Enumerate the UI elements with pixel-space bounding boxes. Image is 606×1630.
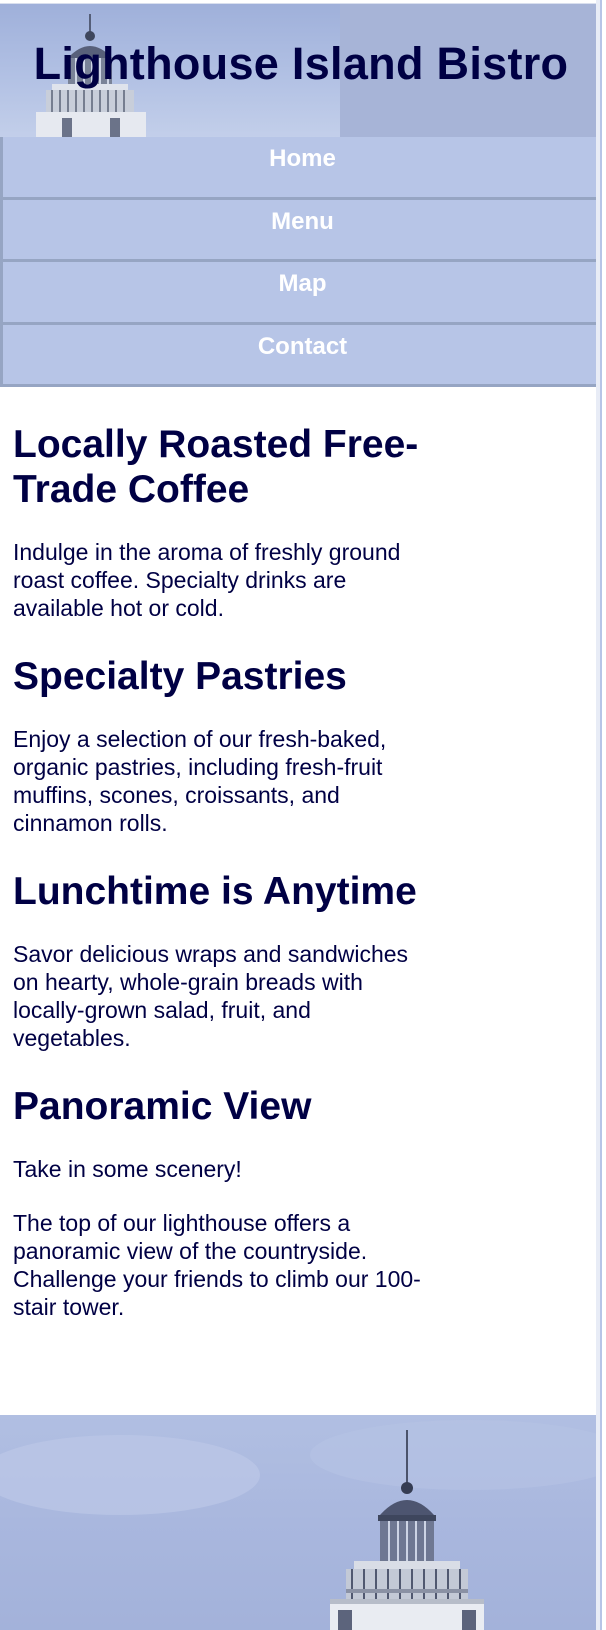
section-lunch: Lunchtime is Anytime Savor delicious wra… bbox=[13, 869, 589, 1052]
section-paragraph: The top of our lighthouse offers a panor… bbox=[13, 1210, 421, 1320]
page: Lighthouse Island Bistro Home Menu Map C… bbox=[0, 0, 602, 1630]
section-view: Panoramic View Take in some scenery! The… bbox=[13, 1084, 589, 1321]
section-paragraph: Take in some scenery! bbox=[13, 1156, 242, 1182]
page-edge bbox=[596, 0, 600, 1630]
site-title: Lighthouse Island Bistro bbox=[33, 38, 569, 89]
nav-map-link[interactable]: Map bbox=[3, 262, 600, 325]
section-pastries: Specialty Pastries Enjoy a selection of … bbox=[13, 654, 589, 837]
section-paragraph: Enjoy a selection of our fresh-baked, or… bbox=[13, 726, 387, 836]
section-heading: Locally Roasted Free-Trade Coffee bbox=[13, 423, 419, 511]
section-paragraph: Savor delicious wraps and sandwiches on … bbox=[13, 941, 409, 1051]
section-coffee: Locally Roasted Free-Trade Coffee Indulg… bbox=[13, 422, 589, 622]
lighthouse-photo bbox=[0, 1420, 600, 1630]
nav-home-link[interactable]: Home bbox=[3, 137, 600, 200]
nav-contact-link[interactable]: Contact bbox=[3, 325, 600, 387]
nav-menu-link[interactable]: Menu bbox=[3, 200, 600, 262]
main-nav: Home Menu Map Contact bbox=[0, 137, 600, 387]
footer-lighthouse-image bbox=[0, 1415, 600, 1630]
main-content: Locally Roasted Free-Trade Coffee Indulg… bbox=[0, 387, 600, 1415]
section-heading: Lunchtime is Anytime bbox=[13, 870, 417, 913]
section-heading: Specialty Pastries bbox=[13, 655, 347, 698]
section-paragraph: Indulge in the aroma of freshly ground r… bbox=[13, 539, 401, 621]
section-heading: Panoramic View bbox=[13, 1085, 312, 1128]
site-header: Lighthouse Island Bistro bbox=[0, 3, 600, 137]
